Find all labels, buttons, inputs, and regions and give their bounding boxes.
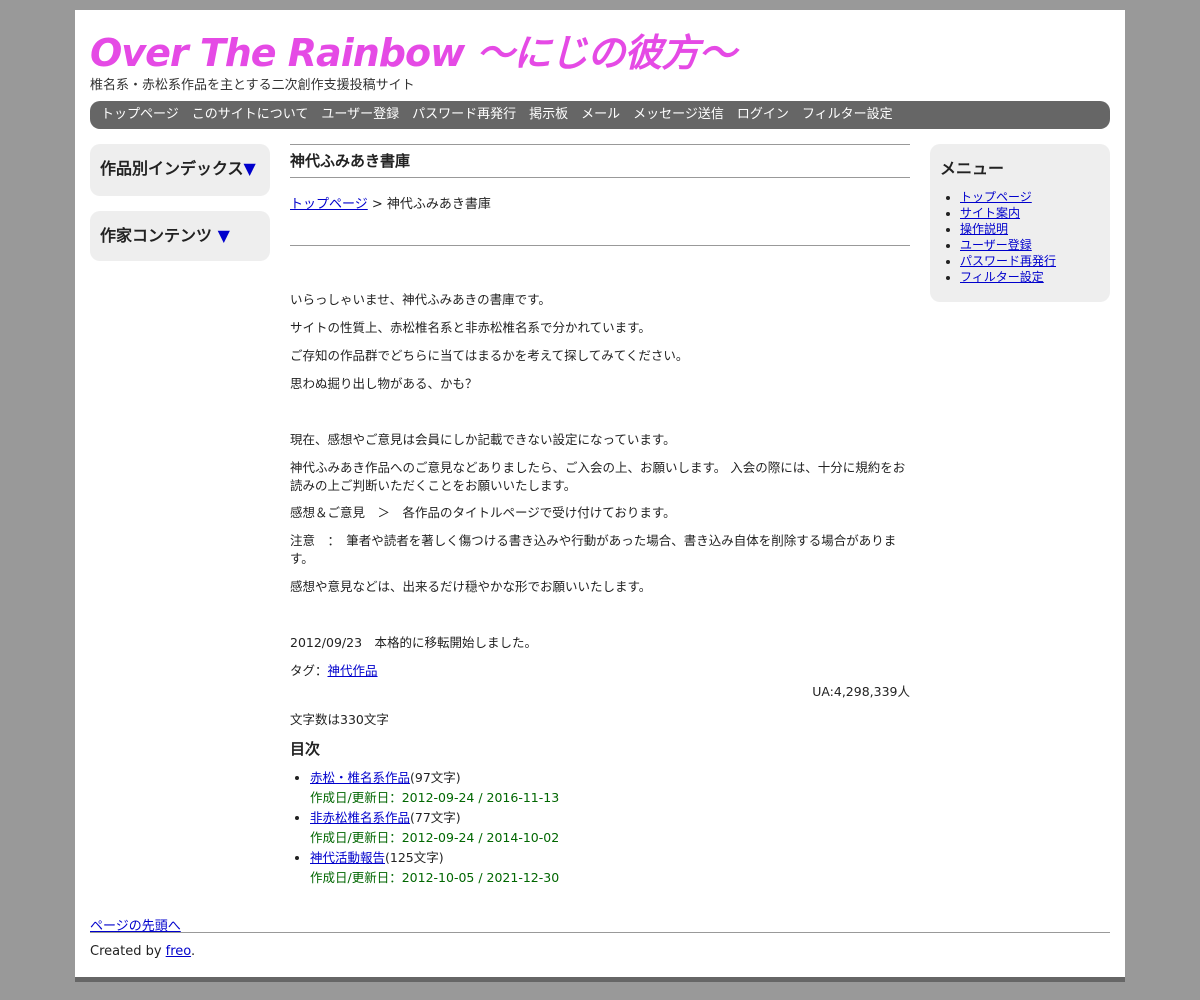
footer-credit: Created by freo. <box>90 944 195 959</box>
toc-item: 神代活動報告(125文字) 作成日/更新日：2012-10-05 / 2021-… <box>310 848 559 888</box>
menu-link-top[interactable]: トップページ <box>960 190 1032 204</box>
toc-heading: 目次 <box>290 740 321 758</box>
menu-link-password-reset[interactable]: パスワード再発行 <box>960 254 1056 268</box>
toc-item: 非赤松椎名系作品(77文字) 作成日/更新日：2012-09-24 / 2014… <box>310 808 559 848</box>
intro-text-4: 思わぬ掘り出し物がある、かも？ <box>290 376 478 391</box>
nav-top[interactable]: トップページ <box>101 101 179 129</box>
credit-suffix: . <box>191 944 196 959</box>
menu-item: パスワード再発行 <box>960 253 1100 269</box>
nav-mail[interactable]: メール <box>581 101 620 129</box>
menu-link-register[interactable]: ユーザー登録 <box>960 238 1032 252</box>
toc-dates: 作成日/更新日：2012-09-24 / 2016-11-13 <box>310 790 560 805</box>
ua-counter: UA:4,298,339人 <box>812 684 910 699</box>
author-toggle-icon[interactable]: ▼ <box>218 226 230 245</box>
breadcrumb-home-link[interactable]: トップページ <box>290 197 368 212</box>
menu-item: ユーザー登録 <box>960 237 1100 253</box>
notice-text-5: 感想や意見などは、出来るだけ穏やかな形でお願いいたします。 <box>290 579 652 594</box>
nav-bbs[interactable]: 掲示板 <box>529 101 568 129</box>
nav-password-reset[interactable]: パスワード再発行 <box>412 101 516 129</box>
index-toggle-icon[interactable]: ▼ <box>244 159 256 178</box>
index-box: 作品別インデックス▼ <box>90 144 270 196</box>
page: Over The Rainbow ～にじの彼方～ 椎名系・赤松系作品を主とする二… <box>75 10 1125 982</box>
notice-text-2: 神代ふみあき作品へのご意見などありましたら、ご入会の上、お願いします。 入会の際… <box>290 460 906 493</box>
toc-dates: 作成日/更新日：2012-10-05 / 2021-12-30 <box>310 870 560 885</box>
global-nav: トップページ このサイトについて ユーザー登録 パスワード再発行 掲示板 メール… <box>90 101 1110 129</box>
menu-box: メニュー トップページ サイト案内 操作説明 ユーザー登録 パスワード再発行 フ… <box>930 144 1110 302</box>
toc-list: 赤松・椎名系作品(97文字) 作成日/更新日：2012-09-24 / 2016… <box>290 768 559 888</box>
menu-box-title: メニュー <box>940 159 1005 178</box>
toc-dates: 作成日/更新日：2012-09-24 / 2014-10-02 <box>310 830 560 845</box>
main-content: 神代ふみあき書庫 トップページ > 神代ふみあき書庫 いらっしゃいませ、神代ふみ… <box>290 144 910 885</box>
nav-login[interactable]: ログイン <box>737 101 789 129</box>
tag-line: タグ：神代作品 <box>290 662 910 680</box>
intro-text-1: いらっしゃいませ、神代ふみあきの書庫です。 <box>290 292 551 307</box>
notice-text-1: 現在、感想やご意見は会員にしか記載できない設定になっています。 <box>290 432 676 447</box>
menu-link-instructions[interactable]: 操作説明 <box>960 222 1008 236</box>
breadcrumb-current: 神代ふみあき書庫 <box>386 197 491 212</box>
index-box-heading: 作品別インデックス▼ <box>100 155 260 179</box>
menu-item: トップページ <box>960 189 1100 205</box>
intro-text-2: サイトの性質上、赤松椎名系と非赤松椎名系で分かれています。 <box>290 320 651 335</box>
toc-char-count: (77文字) <box>410 810 461 825</box>
breadcrumb: トップページ > 神代ふみあき書庫 <box>290 193 491 212</box>
site-description: 椎名系・赤松系作品を主とする二次創作支援投稿サイト <box>90 78 415 93</box>
char-count: 文字数は330文字 <box>290 712 389 727</box>
menu-list: トップページ サイト案内 操作説明 ユーザー登録 パスワード再発行 フィルター設… <box>940 189 1100 285</box>
author-box-title: 作家コンテンツ <box>100 226 218 245</box>
notice-text-3: 感想＆ご意見 ＞ 各作品のタイトルページで受け付けております。 <box>290 505 676 520</box>
freo-link[interactable]: freo <box>166 944 191 959</box>
notice-text-4: 注意 ： 筆者や読者を著しく傷つける書き込みや行動があった場合、書き込み自体を削… <box>290 533 897 566</box>
toc-char-count: (125文字) <box>385 850 444 865</box>
menu-item: フィルター設定 <box>960 269 1100 285</box>
footer-divider <box>90 932 1110 933</box>
toc-link-activity-report[interactable]: 神代活動報告 <box>310 850 385 865</box>
credit-prefix: Created by <box>90 944 166 959</box>
index-box-title: 作品別インデックス <box>100 159 244 178</box>
divider <box>290 245 910 246</box>
menu-link-filter[interactable]: フィルター設定 <box>960 270 1044 284</box>
author-box-heading: 作家コンテンツ ▼ <box>100 222 260 246</box>
breadcrumb-separator: > <box>367 197 387 212</box>
toc-item: 赤松・椎名系作品(97文字) 作成日/更新日：2012-09-24 / 2016… <box>310 768 559 808</box>
nav-about[interactable]: このサイトについて <box>192 101 309 129</box>
menu-link-site-guide[interactable]: サイト案内 <box>960 206 1020 220</box>
toc-link-akamatsu-shiina[interactable]: 赤松・椎名系作品 <box>310 770 410 785</box>
tag-link[interactable]: 神代作品 <box>328 663 378 678</box>
tag-label: タグ： <box>290 663 328 678</box>
menu-item: 操作説明 <box>960 221 1100 237</box>
site-title[interactable]: Over The Rainbow ～にじの彼方～ <box>90 22 736 77</box>
toc-link-non-akamatsu-shiina[interactable]: 非赤松椎名系作品 <box>310 810 410 825</box>
page-title: 神代ふみあき書庫 <box>290 144 910 178</box>
author-box: 作家コンテンツ ▼ <box>90 211 270 261</box>
nav-register[interactable]: ユーザー登録 <box>321 101 399 129</box>
intro-text-3: ご存知の作品群でどちらに当てはまるかを考えて探してみてください。 <box>290 348 689 363</box>
toc-char-count: (97文字) <box>410 770 461 785</box>
update-note: 2012/09/23 本格的に移転開始しました。 <box>290 635 538 650</box>
nav-filter[interactable]: フィルター設定 <box>802 101 893 129</box>
menu-item: サイト案内 <box>960 205 1100 221</box>
nav-message[interactable]: メッセージ送信 <box>633 101 724 129</box>
